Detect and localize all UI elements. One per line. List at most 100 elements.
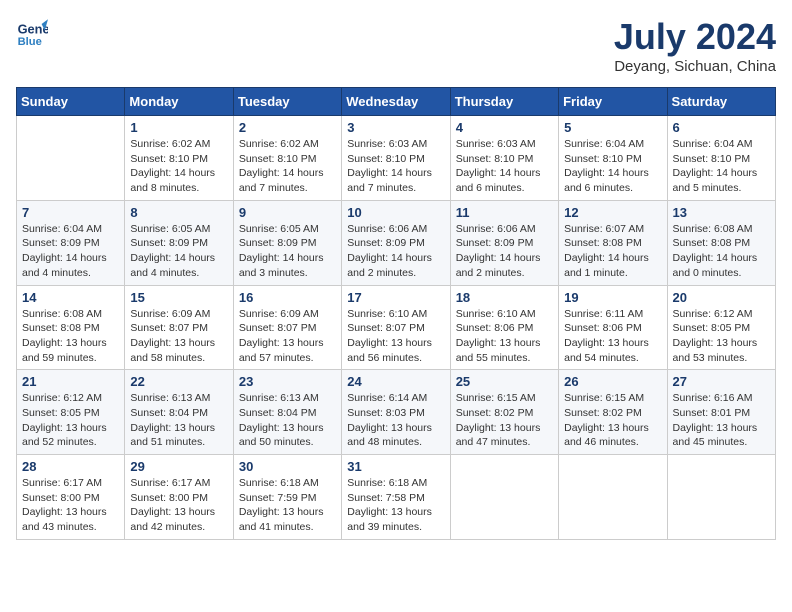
- day-info: Sunrise: 6:11 AMSunset: 8:06 PMDaylight:…: [564, 307, 661, 366]
- day-number: 4: [456, 120, 553, 135]
- weekday-header: Thursday: [450, 88, 558, 116]
- calendar-cell: 21 Sunrise: 6:12 AMSunset: 8:05 PMDayligh…: [17, 370, 125, 455]
- logo: General Blue: [16, 16, 48, 48]
- day-number: 24: [347, 374, 444, 389]
- calendar-cell: 11Sunrise: 6:06 AMSunset: 8:09 PMDayligh…: [450, 200, 558, 285]
- day-number: 20: [673, 290, 770, 305]
- calendar-cell: 23 Sunrise: 6:13 AMSunset: 8:04 PMDayligh…: [233, 370, 341, 455]
- calendar-cell: 5 Sunrise: 6:04 AMSunset: 8:10 PMDaylight…: [559, 116, 667, 201]
- calendar-cell: 29 Sunrise: 6:17 AMSunset: 8:00 PMDayligh…: [125, 455, 233, 540]
- day-info: Sunrise: 6:08 AMSunset: 8:08 PMDaylight:…: [673, 222, 770, 281]
- day-info: Sunrise: 6:07 AMSunset: 8:08 PMDaylight:…: [564, 222, 661, 281]
- day-info: Sunrise: 6:10 AMSunset: 8:07 PMDaylight:…: [347, 307, 444, 366]
- calendar-cell: 24 Sunrise: 6:14 AMSunset: 8:03 PMDayligh…: [342, 370, 450, 455]
- day-info: Sunrise: 6:18 AMSunset: 7:58 PMDaylight:…: [347, 476, 444, 535]
- day-info: Sunrise: 6:17 AMSunset: 8:00 PMDaylight:…: [130, 476, 227, 535]
- calendar-cell: 27 Sunrise: 6:16 AMSunset: 8:01 PMDayligh…: [667, 370, 775, 455]
- day-number: 6: [673, 120, 770, 135]
- weekday-header: Friday: [559, 88, 667, 116]
- day-number: 23: [239, 374, 336, 389]
- day-info: Sunrise: 6:06 AMSunset: 8:09 PMDaylight:…: [456, 222, 553, 281]
- calendar-cell: 22Sunrise: 6:13 AMSunset: 8:04 PMDayligh…: [125, 370, 233, 455]
- day-info: Sunrise: 6:12 AMSunset: 8:05 PMDaylight:…: [22, 391, 119, 450]
- day-info: Sunrise: 6:04 AMSunset: 8:10 PMDaylight:…: [564, 137, 661, 196]
- calendar-cell: 31 Sunrise: 6:18 AMSunset: 7:58 PMDayligh…: [342, 455, 450, 540]
- calendar-cell: 8 Sunrise: 6:05 AMSunset: 8:09 PMDaylight…: [125, 200, 233, 285]
- day-info: Sunrise: 6:09 AMSunset: 8:07 PMDaylight:…: [130, 307, 227, 366]
- day-info: Sunrise: 6:04 AMSunset: 8:10 PMDaylight:…: [673, 137, 770, 196]
- calendar-cell: 14Sunrise: 6:08 AMSunset: 8:08 PMDayligh…: [17, 285, 125, 370]
- day-number: 2: [239, 120, 336, 135]
- day-info: Sunrise: 6:15 AMSunset: 8:02 PMDaylight:…: [564, 391, 661, 450]
- day-number: 31: [347, 459, 444, 474]
- day-number: 12: [564, 205, 661, 220]
- location: Deyang, Sichuan, China: [614, 58, 776, 75]
- day-info: Sunrise: 6:16 AMSunset: 8:01 PMDaylight:…: [673, 391, 770, 450]
- day-info: Sunrise: 6:03 AMSunset: 8:10 PMDaylight:…: [456, 137, 553, 196]
- calendar-cell: 15Sunrise: 6:09 AMSunset: 8:07 PMDayligh…: [125, 285, 233, 370]
- day-number: 28: [22, 459, 119, 474]
- day-number: 5: [564, 120, 661, 135]
- day-info: Sunrise: 6:06 AMSunset: 8:09 PMDaylight:…: [347, 222, 444, 281]
- day-number: 21: [22, 374, 119, 389]
- day-number: 26: [564, 374, 661, 389]
- day-info: Sunrise: 6:03 AMSunset: 8:10 PMDaylight:…: [347, 137, 444, 196]
- calendar-week-row: 21 Sunrise: 6:12 AMSunset: 8:05 PMDayligh…: [17, 370, 776, 455]
- calendar-cell: 7 Sunrise: 6:04 AMSunset: 8:09 PMDaylight…: [17, 200, 125, 285]
- day-number: 8: [130, 205, 227, 220]
- day-number: 17: [347, 290, 444, 305]
- calendar-cell: 1 Sunrise: 6:02 AMSunset: 8:10 PMDaylight…: [125, 116, 233, 201]
- calendar-cell: [450, 455, 558, 540]
- day-info: Sunrise: 6:09 AMSunset: 8:07 PMDaylight:…: [239, 307, 336, 366]
- day-number: 3: [347, 120, 444, 135]
- day-number: 27: [673, 374, 770, 389]
- calendar-cell: 2Sunrise: 6:02 AMSunset: 8:10 PMDaylight…: [233, 116, 341, 201]
- day-info: Sunrise: 6:05 AMSunset: 8:09 PMDaylight:…: [130, 222, 227, 281]
- day-number: 30: [239, 459, 336, 474]
- calendar-cell: 6 Sunrise: 6:04 AMSunset: 8:10 PMDaylight…: [667, 116, 775, 201]
- calendar-header: SundayMondayTuesdayWednesdayThursdayFrid…: [17, 88, 776, 116]
- calendar-cell: 26 Sunrise: 6:15 AMSunset: 8:02 PMDayligh…: [559, 370, 667, 455]
- day-number: 16: [239, 290, 336, 305]
- calendar-table: SundayMondayTuesdayWednesdayThursdayFrid…: [16, 87, 776, 540]
- day-info: Sunrise: 6:10 AMSunset: 8:06 PMDaylight:…: [456, 307, 553, 366]
- title-area: July 2024 Deyang, Sichuan, China: [614, 16, 776, 75]
- calendar-cell: 19 Sunrise: 6:11 AMSunset: 8:06 PMDayligh…: [559, 285, 667, 370]
- calendar-cell: 25Sunrise: 6:15 AMSunset: 8:02 PMDayligh…: [450, 370, 558, 455]
- day-number: 13: [673, 205, 770, 220]
- calendar-week-row: 7 Sunrise: 6:04 AMSunset: 8:09 PMDaylight…: [17, 200, 776, 285]
- calendar-cell: 16 Sunrise: 6:09 AMSunset: 8:07 PMDayligh…: [233, 285, 341, 370]
- day-number: 29: [130, 459, 227, 474]
- weekday-header: Sunday: [17, 88, 125, 116]
- month-title: July 2024: [614, 16, 776, 58]
- calendar-cell: 12 Sunrise: 6:07 AMSunset: 8:08 PMDayligh…: [559, 200, 667, 285]
- calendar-cell: 13 Sunrise: 6:08 AMSunset: 8:08 PMDayligh…: [667, 200, 775, 285]
- weekday-header: Wednesday: [342, 88, 450, 116]
- calendar-cell: [559, 455, 667, 540]
- page-header: General Blue July 2024 Deyang, Sichuan, …: [16, 16, 776, 75]
- calendar-cell: 30 Sunrise: 6:18 AMSunset: 7:59 PMDayligh…: [233, 455, 341, 540]
- day-info: Sunrise: 6:13 AMSunset: 8:04 PMDaylight:…: [239, 391, 336, 450]
- day-number: 14: [22, 290, 119, 305]
- day-info: Sunrise: 6:18 AMSunset: 7:59 PMDaylight:…: [239, 476, 336, 535]
- day-info: Sunrise: 6:04 AMSunset: 8:09 PMDaylight:…: [22, 222, 119, 281]
- calendar-cell: 10Sunrise: 6:06 AMSunset: 8:09 PMDayligh…: [342, 200, 450, 285]
- calendar-cell: [17, 116, 125, 201]
- weekday-header: Monday: [125, 88, 233, 116]
- day-number: 25: [456, 374, 553, 389]
- day-info: Sunrise: 6:14 AMSunset: 8:03 PMDaylight:…: [347, 391, 444, 450]
- calendar-cell: 20 Sunrise: 6:12 AMSunset: 8:05 PMDayligh…: [667, 285, 775, 370]
- logo-icon: General Blue: [16, 16, 48, 48]
- day-info: Sunrise: 6:12 AMSunset: 8:05 PMDaylight:…: [673, 307, 770, 366]
- day-number: 9: [239, 205, 336, 220]
- day-info: Sunrise: 6:02 AMSunset: 8:10 PMDaylight:…: [130, 137, 227, 196]
- day-number: 19: [564, 290, 661, 305]
- weekday-header: Tuesday: [233, 88, 341, 116]
- calendar-week-row: 1 Sunrise: 6:02 AMSunset: 8:10 PMDaylight…: [17, 116, 776, 201]
- day-number: 7: [22, 205, 119, 220]
- calendar-cell: 28 Sunrise: 6:17 AMSunset: 8:00 PMDayligh…: [17, 455, 125, 540]
- calendar-cell: 18Sunrise: 6:10 AMSunset: 8:06 PMDayligh…: [450, 285, 558, 370]
- day-number: 1: [130, 120, 227, 135]
- svg-text:Blue: Blue: [18, 36, 42, 48]
- day-info: Sunrise: 6:17 AMSunset: 8:00 PMDaylight:…: [22, 476, 119, 535]
